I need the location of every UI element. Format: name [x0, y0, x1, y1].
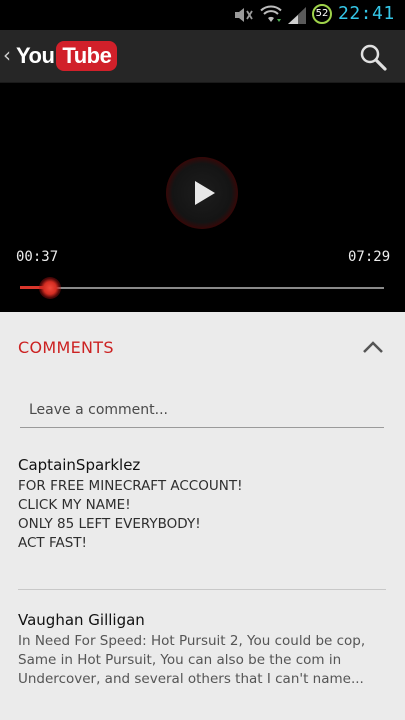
mute-icon — [235, 8, 253, 22]
comment-item: Vaughan Gilligan In Need For Speed: Hot … — [18, 611, 388, 689]
seek-thumb[interactable] — [38, 277, 61, 299]
comment-text-line: ACT FAST! — [18, 535, 87, 551]
status-bar: 52 22:41 — [0, 0, 405, 30]
play-button[interactable] — [166, 157, 238, 229]
search-icon[interactable] — [358, 42, 388, 72]
status-time: 22:41 — [338, 3, 395, 24]
logo-tube: Tube — [56, 41, 118, 71]
wifi-icon — [260, 5, 282, 22]
current-time: 00:37 — [16, 249, 59, 265]
chevron-up-icon[interactable] — [362, 340, 384, 354]
comments-header[interactable]: COMMENTS — [18, 338, 114, 357]
play-icon — [195, 181, 215, 205]
comment-text-line: Undercover, and several others that I ca… — [18, 671, 364, 687]
comment-author[interactable]: CaptainSparklez — [18, 456, 388, 474]
divider — [18, 589, 386, 590]
comment-text-line: FOR FREE MINECRAFT ACCOUNT! — [18, 478, 243, 494]
comment-text-line: ONLY 85 LEFT EVERYBODY! — [18, 516, 201, 532]
comment-item: CaptainSparklez FOR FREE MINECRAFT ACCOU… — [18, 456, 388, 553]
comment-author[interactable]: Vaughan Gilligan — [18, 611, 388, 629]
battery-icon: 52 — [312, 4, 332, 24]
logo-you: You — [16, 43, 55, 68]
seek-bar[interactable] — [20, 287, 384, 289]
comment-text-line: In Need For Speed: Hot Pursuit 2, You co… — [18, 633, 366, 649]
app-bar: ‹ You Tube — [0, 30, 405, 83]
chevron-left-icon[interactable]: ‹ — [3, 43, 11, 67]
comment-input[interactable] — [20, 392, 384, 428]
signal-icon — [288, 7, 306, 24]
comment-text-line: CLICK MY NAME! — [18, 497, 131, 513]
total-time: 07:29 — [348, 249, 391, 265]
comment-text-line: Same in Hot Pursuit, You can also be the… — [18, 652, 342, 668]
youtube-logo[interactable]: You Tube — [16, 41, 118, 71]
